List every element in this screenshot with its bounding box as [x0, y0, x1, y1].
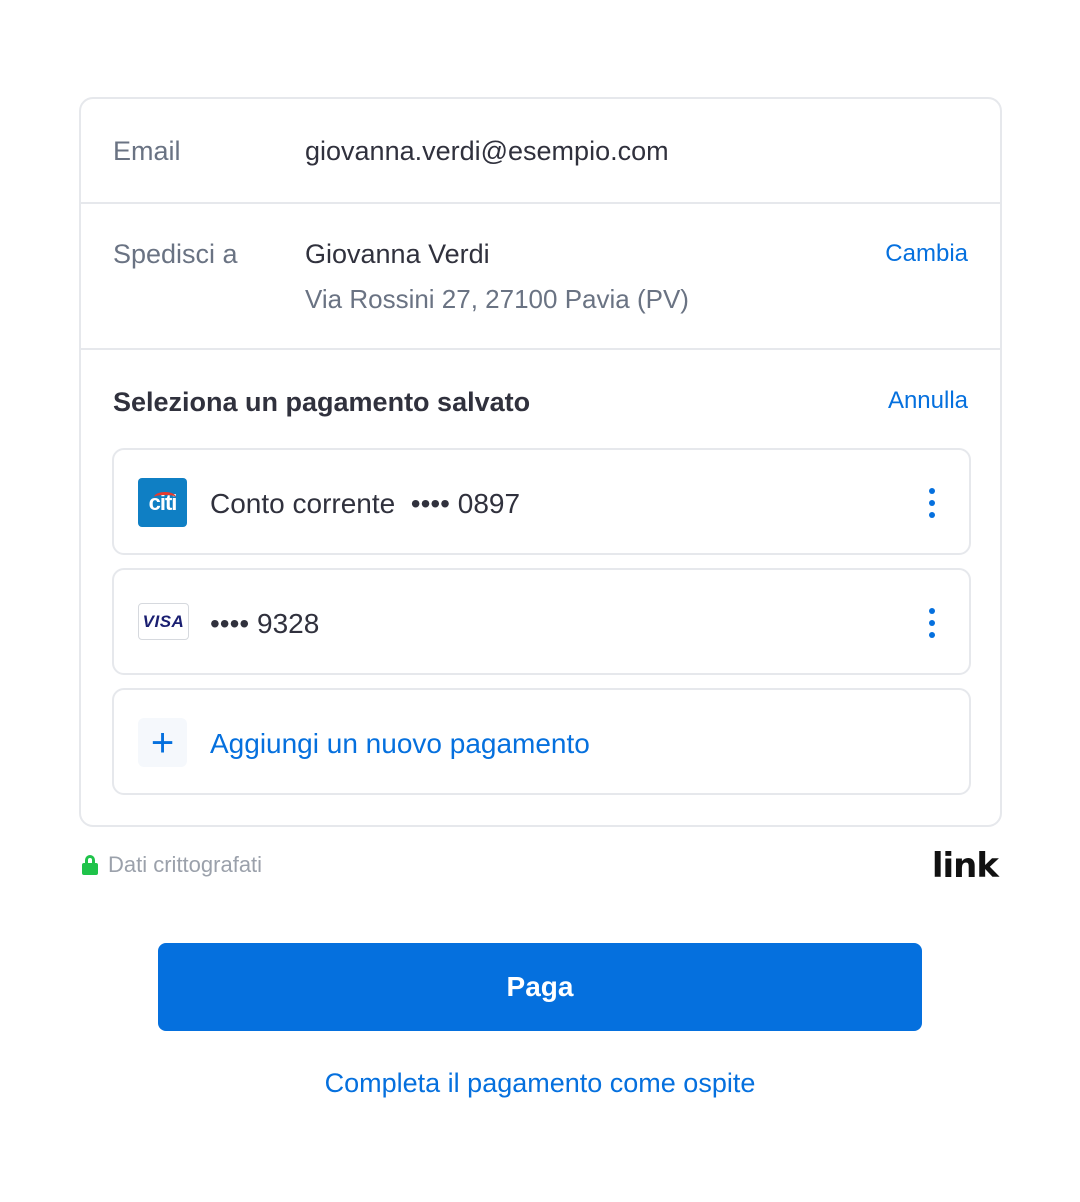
guest-checkout-link[interactable]: Completa il pagamento come ospite — [0, 1068, 1080, 1099]
more-options-icon[interactable] — [925, 608, 939, 638]
add-payment-label: Aggiungi un nuovo pagamento — [210, 728, 590, 759]
lock-icon — [82, 855, 98, 875]
payment-method-bank[interactable]: citi Conto corrente •••• 0897 — [112, 448, 971, 555]
checkout-card: Email giovanna.verdi@esempio.com Spedisc… — [79, 97, 1002, 827]
secure-text: Dati crittografati — [108, 852, 263, 877]
payment-method-card[interactable]: VISA •••• 9328 — [112, 568, 971, 675]
email-label: Email — [113, 136, 181, 166]
add-payment-method-button[interactable]: + Aggiungi un nuovo pagamento — [112, 688, 971, 795]
saved-payment-title: Seleziona un pagamento salvato — [113, 387, 531, 417]
payment-method-label: •••• 9328 — [210, 608, 320, 639]
cancel-link[interactable]: Annulla — [888, 387, 968, 415]
change-shipping-link[interactable]: Cambia — [885, 240, 968, 268]
plus-icon: + — [138, 718, 187, 767]
link-logo: link — [931, 846, 999, 886]
shipping-label: Spedisci a — [113, 239, 238, 269]
pay-button[interactable]: Paga — [158, 943, 922, 1031]
payment-method-label: Conto corrente •••• 0897 — [210, 488, 521, 519]
shipping-name: Giovanna Verdi — [305, 239, 490, 269]
shipping-row: Spedisci a Giovanna Verdi Via Rossini 27… — [81, 204, 1000, 350]
visa-card-icon: VISA — [138, 603, 189, 640]
citi-bank-icon: citi — [138, 478, 187, 527]
more-options-icon[interactable] — [925, 488, 939, 518]
email-value: giovanna.verdi@esempio.com — [305, 136, 669, 166]
secure-notice: Dati crittografati — [82, 852, 262, 878]
email-row: Email giovanna.verdi@esempio.com — [81, 99, 1000, 204]
checkout-page: Email giovanna.verdi@esempio.com Spedisc… — [0, 0, 1080, 1202]
shipping-address: Via Rossini 27, 27100 Pavia (PV) — [305, 284, 689, 314]
